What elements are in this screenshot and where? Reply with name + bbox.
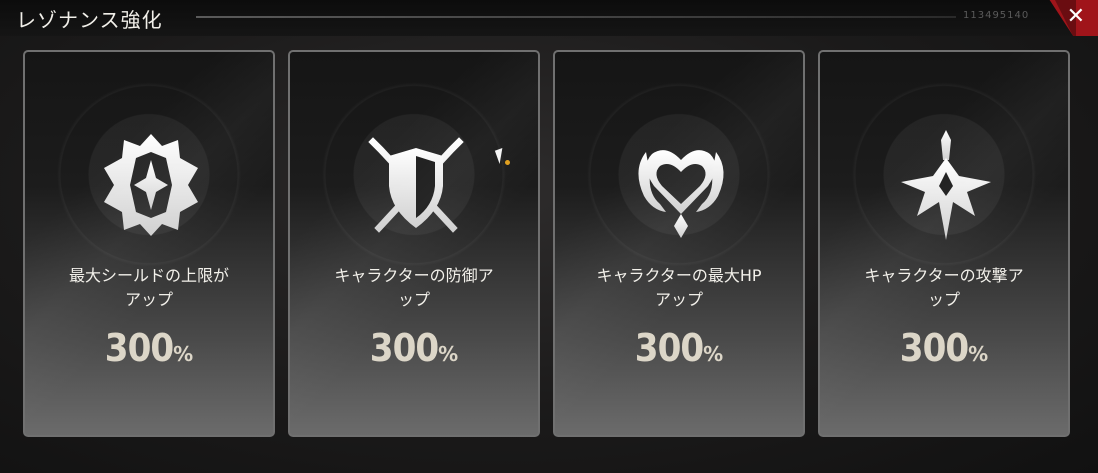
description-line: アップ — [124, 290, 173, 309]
bonus-value: 300% — [290, 326, 538, 370]
bonus-value: 300% — [555, 326, 803, 370]
value-number: 300 — [899, 326, 969, 370]
bonus-value: 300% — [820, 326, 1068, 370]
card-list: 最大シールドの上限が アップ 300% キャラクターの防御ア ップ 300% キ… — [23, 50, 1073, 440]
description-line: キャラクターの防御ア — [334, 266, 494, 285]
title-divider — [196, 16, 956, 18]
value-unit: % — [968, 342, 989, 366]
heart-emblem-icon — [638, 150, 724, 238]
description-line: ップ — [927, 290, 960, 309]
window-title: レゾナンス強化 — [16, 8, 163, 32]
title-code: 113495140 — [963, 10, 1030, 21]
card-description: キャラクターの防御ア ップ — [290, 264, 538, 312]
value-unit: % — [173, 342, 194, 366]
card-description: 最大シールドの上限が アップ — [25, 264, 273, 312]
cursor-dot — [505, 160, 510, 165]
description-line: キャラクターの最大HP — [596, 266, 762, 285]
card-shield[interactable]: 最大シールドの上限が アップ 300% — [23, 50, 275, 437]
title-bar: レゾナンス強化 113495140 ✕ — [0, 0, 1098, 36]
card-description: キャラクターの最大HP アップ — [555, 264, 803, 312]
value-number: 300 — [104, 326, 174, 370]
description-line: 最大シールドの上限が — [68, 266, 229, 285]
close-button[interactable]: ✕ — [1049, 0, 1098, 36]
description-line: キャラクターの攻撃ア — [864, 266, 1024, 285]
sword-emblem-icon — [901, 130, 991, 240]
shield-emblem-icon — [104, 134, 198, 236]
card-max-hp[interactable]: キャラクターの最大HP アップ 300% — [553, 50, 805, 437]
card-defense[interactable]: キャラクターの防御ア ップ 300% — [288, 50, 540, 437]
crossed-swords-shield-icon — [368, 137, 464, 233]
card-description: キャラクターの攻撃ア ップ — [820, 264, 1068, 312]
value-unit: % — [703, 342, 724, 366]
description-line: ップ — [397, 290, 430, 309]
value-number: 300 — [369, 326, 439, 370]
close-icon[interactable]: ✕ — [1067, 4, 1085, 30]
value-unit: % — [438, 342, 459, 366]
value-number: 300 — [634, 326, 704, 370]
card-attack[interactable]: キャラクターの攻撃ア ップ 300% — [818, 50, 1070, 437]
description-line: アップ — [654, 290, 703, 309]
bonus-value: 300% — [25, 326, 273, 370]
